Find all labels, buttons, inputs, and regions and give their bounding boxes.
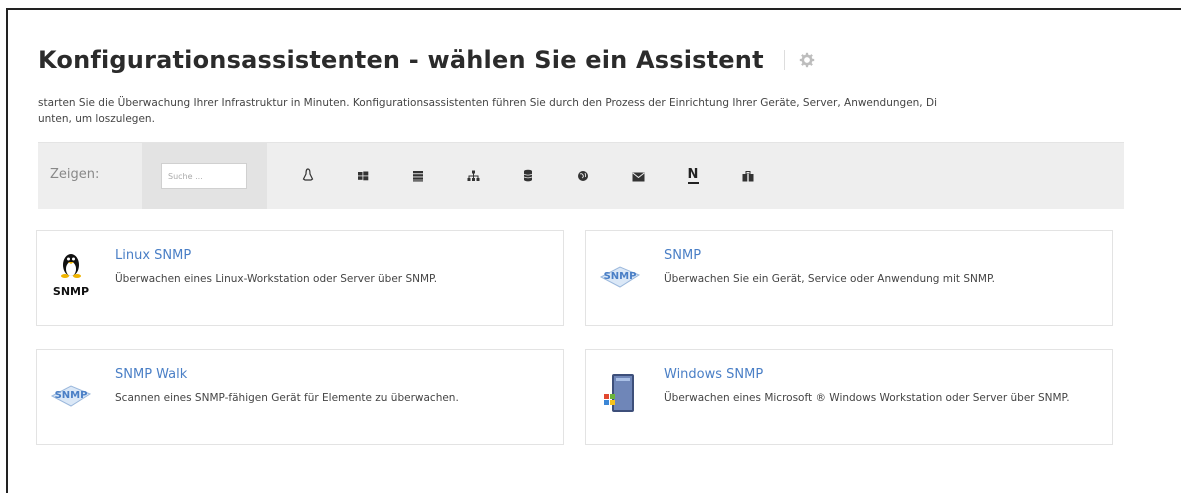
wizard-name[interactable]: SNMP Walk: [115, 367, 187, 382]
wizard-card-snmp[interactable]: SNMP SNMP Überwachen Sie ein Gerät, Serv…: [585, 230, 1113, 326]
wizard-name[interactable]: Windows SNMP: [664, 367, 763, 382]
wizard-description: Überwachen eines Microsoft ® Windows Wor…: [664, 392, 1070, 404]
filter-label: Zeigen:: [50, 167, 100, 182]
page-title: Konfigurationsassistenten - wählen Sie e…: [38, 46, 764, 74]
page-frame: Konfigurationsassistenten - wählen Sie e…: [6, 8, 1181, 493]
wizard-description: Überwachen Sie ein Gerät, Service oder A…: [664, 273, 995, 285]
linux-snmp-icon-label: SNMP: [52, 285, 90, 298]
search-input[interactable]: [161, 163, 247, 189]
wizard-description: Scannen eines SNMP-fähigen Gerät für Ele…: [115, 392, 459, 404]
intro-line-1: starten Sie die Überwachung Ihrer Infras…: [38, 97, 937, 109]
nagios-icon: N: [687, 167, 699, 184]
intro-text: starten Sie die Überwachung Ihrer Infras…: [38, 95, 1158, 127]
wizard-name[interactable]: SNMP: [664, 248, 701, 263]
search-container: [142, 143, 267, 209]
linux-snmp-icon: SNMP: [49, 247, 93, 303]
linux-icon: [302, 167, 314, 186]
filter-email-button[interactable]: [626, 165, 650, 187]
email-icon: [631, 167, 645, 186]
snmp-icon-label: SNMP: [603, 271, 637, 282]
snmp-walk-icon: SNMP: [49, 366, 93, 422]
server-list-icon: [412, 167, 424, 186]
wizard-card-windows-snmp[interactable]: Windows SNMP Überwachen eines Microsoft …: [585, 349, 1113, 445]
filter-bar: Zeigen: Suche ... N: [38, 142, 1124, 209]
wizard-name[interactable]: Linux SNMP: [115, 248, 191, 263]
toolbox-icon: [742, 167, 754, 186]
filter-database-button[interactable]: [516, 165, 540, 187]
network-icon: [467, 167, 480, 186]
filter-network-button[interactable]: [461, 165, 485, 187]
windows-icon: [357, 167, 369, 186]
wizard-description: Überwachen eines Linux-Workstation oder …: [115, 273, 438, 285]
filter-tools-button[interactable]: [736, 165, 760, 187]
snmp-icon: SNMP: [598, 247, 642, 303]
filter-linux-button[interactable]: [296, 165, 320, 187]
gear-icon[interactable]: [799, 52, 815, 68]
database-icon: [523, 167, 533, 186]
title-divider: [783, 50, 785, 70]
filter-nagios-button[interactable]: N: [681, 165, 705, 187]
globe-icon: [577, 167, 589, 186]
windows-snmp-icon: [598, 366, 642, 422]
wizard-card-snmp-walk[interactable]: SNMP SNMP Walk Scannen eines SNMP-fähige…: [36, 349, 564, 445]
filter-web-button[interactable]: [571, 165, 595, 187]
wizard-card-linux-snmp[interactable]: SNMP Linux SNMP Überwachen eines Linux-W…: [36, 230, 564, 326]
filter-server-button[interactable]: [406, 165, 430, 187]
title-row: Konfigurationsassistenten - wählen Sie e…: [38, 46, 815, 74]
filter-windows-button[interactable]: [351, 165, 375, 187]
snmp-walk-icon-label: SNMP: [54, 390, 88, 401]
intro-line-2: unten, um loszulegen.: [38, 113, 155, 125]
